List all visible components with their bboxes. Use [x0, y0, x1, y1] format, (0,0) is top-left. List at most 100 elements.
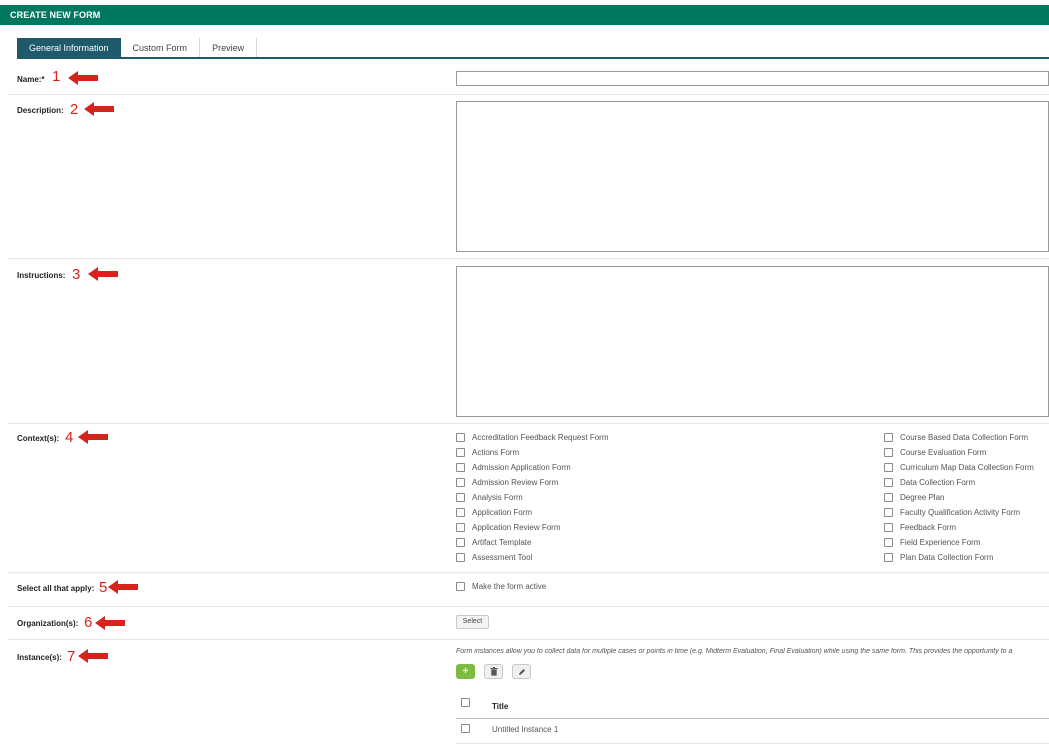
- instructions-textarea[interactable]: [456, 266, 1049, 417]
- instances-hint: Form instances allow you to collect data…: [456, 648, 1013, 655]
- context-option-label: Course Based Data Collection Form: [900, 433, 1029, 442]
- context-option[interactable]: Degree Plan: [884, 493, 944, 502]
- context-option[interactable]: Feedback Form: [884, 523, 956, 532]
- checkbox[interactable]: [884, 523, 893, 532]
- context-option[interactable]: Analysis Form: [456, 493, 523, 502]
- context-option[interactable]: Assessment Tool: [456, 553, 532, 562]
- row-divider: [8, 606, 1049, 607]
- checkbox[interactable]: [456, 433, 465, 442]
- checkbox[interactable]: [456, 493, 465, 502]
- instance-row-checkbox[interactable]: [461, 724, 470, 733]
- context-option[interactable]: Data Collection Form: [884, 478, 975, 487]
- context-option-label: Data Collection Form: [900, 478, 976, 487]
- row-divider: [8, 94, 1049, 95]
- annotation-number: 5: [99, 579, 108, 596]
- context-option[interactable]: Application Review Form: [456, 523, 560, 532]
- context-option-label: Analysis Form: [472, 493, 523, 502]
- checkbox[interactable]: [884, 538, 893, 547]
- delete-instance-button[interactable]: [484, 664, 503, 679]
- annotation-number: 6: [84, 614, 93, 631]
- tab-bar: General Information Custom Form Preview: [17, 38, 258, 58]
- context-option[interactable]: Curriculum Map Data Collection Form: [884, 463, 1034, 472]
- red-arrow-icon: [84, 102, 114, 116]
- context-option[interactable]: Course Evaluation Form: [884, 448, 986, 457]
- annotation-number: 1: [52, 68, 61, 85]
- tab-custom-form[interactable]: Custom Form: [121, 38, 201, 58]
- context-option-label: Field Experience Form: [900, 538, 981, 547]
- context-option[interactable]: Field Experience Form: [884, 538, 980, 547]
- row-divider: [8, 572, 1049, 573]
- context-option[interactable]: Plan Data Collection Form: [884, 553, 993, 562]
- pencil-icon: [518, 668, 525, 675]
- context-option[interactable]: Admission Application Form: [456, 463, 571, 472]
- context-option[interactable]: Artifact Template: [456, 538, 531, 547]
- annotation-number: 7: [67, 648, 76, 665]
- context-option-label: Accreditation Feedback Request Form: [472, 433, 609, 442]
- context-option-label: Admission Review Form: [472, 478, 559, 487]
- tab-general-information[interactable]: General Information: [17, 38, 121, 58]
- context-option[interactable]: Application Form: [456, 508, 532, 517]
- red-arrow-icon: [68, 71, 98, 85]
- context-option-label: Application Review Form: [472, 523, 561, 532]
- red-arrow-icon: [78, 430, 108, 444]
- name-label: Name:*: [17, 75, 45, 84]
- select-all-label: Select all that apply:: [17, 584, 95, 593]
- checkbox[interactable]: [884, 463, 893, 472]
- context-option[interactable]: Faculty Qualification Activity Form: [884, 508, 1020, 517]
- checkbox[interactable]: [884, 448, 893, 457]
- checkbox[interactable]: [884, 508, 893, 517]
- red-arrow-icon: [88, 267, 118, 281]
- make-form-active-option[interactable]: Make the form active: [456, 582, 546, 591]
- context-option-label: Feedback Form: [900, 523, 957, 532]
- context-option[interactable]: Admission Review Form: [456, 478, 558, 487]
- context-option-label: Degree Plan: [900, 493, 945, 502]
- context-option-label: Application Form: [472, 508, 533, 517]
- red-arrow-icon: [108, 580, 138, 594]
- page-title: CREATE NEW FORM: [0, 5, 1049, 25]
- context-option[interactable]: Accreditation Feedback Request Form: [456, 433, 609, 442]
- context-option-label: Actions Form: [472, 448, 520, 457]
- annotation-number: 3: [72, 266, 81, 283]
- tab-preview[interactable]: Preview: [200, 38, 258, 58]
- checkbox[interactable]: [456, 463, 465, 472]
- select-organizations-button[interactable]: Select: [456, 615, 489, 629]
- trash-icon: [490, 667, 497, 676]
- checkbox[interactable]: [456, 523, 465, 532]
- description-textarea[interactable]: [456, 101, 1049, 252]
- annotation-number: 2: [70, 101, 79, 118]
- row-divider: [8, 258, 1049, 259]
- context-option[interactable]: Course Based Data Collection Form: [884, 433, 1028, 442]
- context-option-label: Plan Data Collection Form: [900, 553, 994, 562]
- select-all-instances-checkbox[interactable]: [461, 698, 470, 707]
- make-form-active-label: Make the form active: [472, 582, 547, 591]
- checkbox[interactable]: [884, 493, 893, 502]
- red-arrow-icon: [95, 616, 125, 630]
- context-option-label: Curriculum Map Data Collection Form: [900, 463, 1034, 472]
- contexts-label: Context(s):: [17, 434, 60, 443]
- checkbox[interactable]: [884, 433, 893, 442]
- table-row-divider: [456, 743, 1049, 744]
- instances-label: Instance(s):: [17, 653, 62, 662]
- annotation-number: 4: [65, 429, 74, 446]
- table-header-title: Title: [492, 702, 509, 711]
- checkbox[interactable]: [456, 538, 465, 547]
- context-option[interactable]: Actions Form: [456, 448, 519, 457]
- edit-instance-button[interactable]: [512, 664, 531, 679]
- instructions-label: Instructions:: [17, 271, 66, 280]
- checkbox[interactable]: [884, 553, 893, 562]
- row-divider: [8, 639, 1049, 640]
- add-instance-button[interactable]: +: [456, 664, 475, 679]
- checkbox[interactable]: [456, 508, 465, 517]
- context-option-label: Admission Application Form: [472, 463, 571, 472]
- red-arrow-icon: [78, 649, 108, 663]
- name-input[interactable]: [456, 71, 1049, 86]
- checkbox[interactable]: [456, 582, 465, 591]
- row-divider: [8, 423, 1049, 424]
- checkbox[interactable]: [456, 553, 465, 562]
- organizations-label: Organization(s):: [17, 619, 79, 628]
- checkbox[interactable]: [456, 448, 465, 457]
- context-option-label: Artifact Template: [472, 538, 532, 547]
- checkbox[interactable]: [456, 478, 465, 487]
- context-option-label: Assessment Tool: [472, 553, 533, 562]
- checkbox[interactable]: [884, 478, 893, 487]
